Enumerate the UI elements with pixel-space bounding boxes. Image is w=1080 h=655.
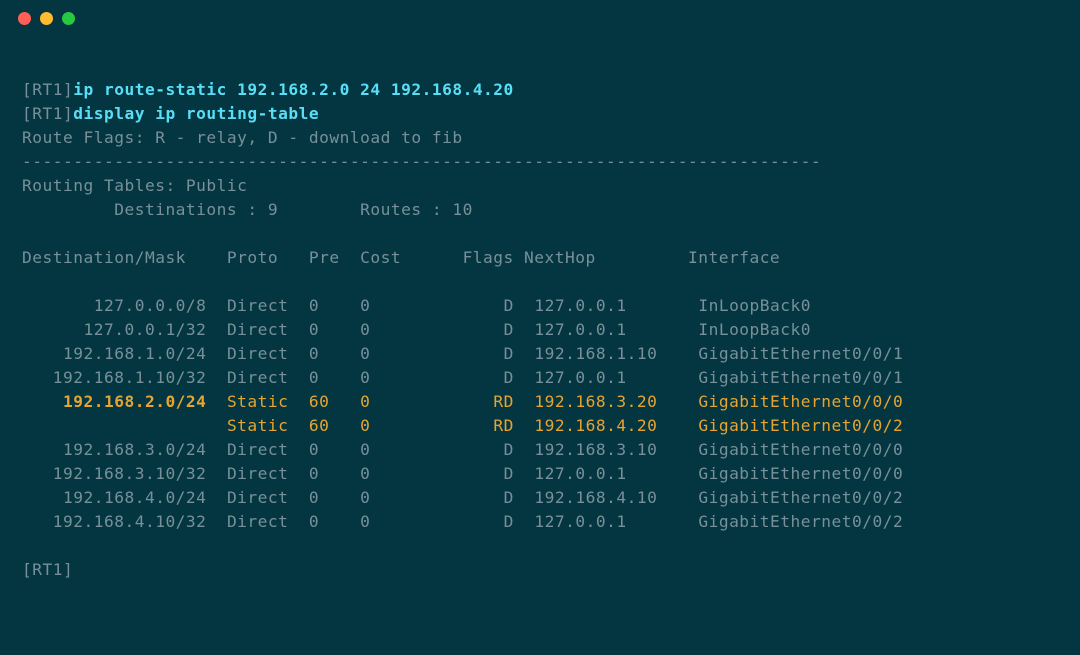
- table-row: 127.0.0.1/32 Direct 0 0 D 127.0.0.1 InLo…: [22, 318, 1062, 342]
- route-proto: Direct: [227, 488, 288, 507]
- prompt: [RT1]: [22, 560, 73, 579]
- route-pre: 60: [309, 392, 340, 411]
- route-destination: 192.168.1.10/32: [22, 368, 206, 387]
- route-nexthop: 127.0.0.1: [534, 296, 677, 315]
- route-flags-legend: Route Flags: R - relay, D - download to …: [22, 128, 463, 147]
- route-destination: 127.0.0.1/32: [22, 320, 206, 339]
- route-flags: D: [473, 368, 514, 387]
- table-row: Static 60 0 RD 192.168.4.20 GigabitEther…: [22, 414, 1062, 438]
- prompt: [RT1]: [22, 80, 73, 99]
- route-cost: 0: [360, 368, 401, 387]
- route-interface: GigabitEthernet0/0/0: [698, 392, 903, 411]
- route-cost: 0: [360, 416, 401, 435]
- route-destination: 192.168.3.0/24: [22, 440, 206, 459]
- routing-table-body: 127.0.0.0/8 Direct 0 0 D 127.0.0.1 InLoo…: [22, 294, 1062, 534]
- zoom-icon[interactable]: [62, 12, 75, 25]
- route-proto: Direct: [227, 440, 288, 459]
- route-flags: D: [473, 440, 514, 459]
- columns-header: Destination/Mask Proto Pre Cost Flags Ne…: [22, 248, 780, 267]
- route-cost: 0: [360, 440, 401, 459]
- route-interface: GigabitEthernet0/0/1: [698, 344, 903, 363]
- routing-tables-header: Routing Tables: Public: [22, 176, 247, 195]
- minimize-icon[interactable]: [40, 12, 53, 25]
- route-interface: InLoopBack0: [698, 296, 811, 315]
- route-flags: RD: [473, 416, 514, 435]
- table-row: 192.168.1.10/32 Direct 0 0 D 127.0.0.1 G…: [22, 366, 1062, 390]
- route-nexthop: 127.0.0.1: [534, 368, 677, 387]
- route-interface: GigabitEthernet0/0/0: [698, 464, 903, 483]
- route-proto: Direct: [227, 512, 288, 531]
- route-nexthop: 192.168.4.20: [534, 416, 677, 435]
- command-line: ip route-static 192.168.2.0 24 192.168.4…: [73, 80, 514, 99]
- route-flags: D: [473, 320, 514, 339]
- route-interface: GigabitEthernet0/0/0: [698, 440, 903, 459]
- route-nexthop: 192.168.3.20: [534, 392, 677, 411]
- route-destination: 127.0.0.0/8: [22, 296, 206, 315]
- route-proto: Direct: [227, 344, 288, 363]
- table-row: 192.168.2.0/24 Static 60 0 RD 192.168.3.…: [22, 390, 1062, 414]
- terminal-window: [RT1]ip route-static 192.168.2.0 24 192.…: [0, 0, 1080, 655]
- route-nexthop: 127.0.0.1: [534, 320, 677, 339]
- terminal-output[interactable]: [RT1]ip route-static 192.168.2.0 24 192.…: [0, 36, 1080, 582]
- route-flags: D: [473, 296, 514, 315]
- route-destination: 192.168.4.10/32: [22, 512, 206, 531]
- route-destination: 192.168.4.0/24: [22, 488, 206, 507]
- route-pre: 0: [309, 296, 340, 315]
- route-proto: Direct: [227, 320, 288, 339]
- separator-line: ----------------------------------------…: [22, 152, 821, 171]
- route-cost: 0: [360, 296, 401, 315]
- route-proto: Static: [227, 416, 288, 435]
- route-cost: 0: [360, 344, 401, 363]
- route-destination: 192.168.2.0/24: [22, 392, 206, 411]
- route-proto: Direct: [227, 368, 288, 387]
- routing-counts: Destinations : 9 Routes : 10: [22, 200, 473, 219]
- table-row: 192.168.1.0/24 Direct 0 0 D 192.168.1.10…: [22, 342, 1062, 366]
- table-row: 192.168.3.10/32 Direct 0 0 D 127.0.0.1 G…: [22, 462, 1062, 486]
- route-pre: 0: [309, 344, 340, 363]
- route-pre: 0: [309, 320, 340, 339]
- route-destination: 192.168.1.0/24: [22, 344, 206, 363]
- route-proto: Static: [227, 392, 288, 411]
- route-cost: 0: [360, 464, 401, 483]
- route-cost: 0: [360, 320, 401, 339]
- route-interface: GigabitEthernet0/0/2: [698, 488, 903, 507]
- route-cost: 0: [360, 488, 401, 507]
- route-nexthop: 192.168.4.10: [534, 488, 677, 507]
- route-nexthop: 192.168.3.10: [534, 440, 677, 459]
- route-cost: 0: [360, 512, 401, 531]
- route-destination: 192.168.3.10/32: [22, 464, 206, 483]
- route-interface: GigabitEthernet0/0/2: [698, 512, 903, 531]
- command-line: display ip routing-table: [73, 104, 319, 123]
- route-flags: D: [473, 464, 514, 483]
- table-row: 192.168.3.0/24 Direct 0 0 D 192.168.3.10…: [22, 438, 1062, 462]
- route-interface: InLoopBack0: [698, 320, 811, 339]
- route-pre: 0: [309, 440, 340, 459]
- route-interface: GigabitEthernet0/0/1: [698, 368, 903, 387]
- route-proto: Direct: [227, 296, 288, 315]
- table-row: 127.0.0.0/8 Direct 0 0 D 127.0.0.1 InLoo…: [22, 294, 1062, 318]
- route-pre: 0: [309, 488, 340, 507]
- route-flags: RD: [473, 392, 514, 411]
- route-nexthop: 127.0.0.1: [534, 464, 677, 483]
- prompt: [RT1]: [22, 104, 73, 123]
- window-titlebar: [0, 0, 1080, 36]
- close-icon[interactable]: [18, 12, 31, 25]
- route-nexthop: 127.0.0.1: [534, 512, 677, 531]
- route-flags: D: [473, 344, 514, 363]
- route-destination: [22, 416, 206, 435]
- route-pre: 0: [309, 368, 340, 387]
- route-flags: D: [473, 488, 514, 507]
- route-cost: 0: [360, 392, 401, 411]
- route-flags: D: [473, 512, 514, 531]
- table-row: 192.168.4.10/32 Direct 0 0 D 127.0.0.1 G…: [22, 510, 1062, 534]
- table-row: 192.168.4.0/24 Direct 0 0 D 192.168.4.10…: [22, 486, 1062, 510]
- route-proto: Direct: [227, 464, 288, 483]
- route-nexthop: 192.168.1.10: [534, 344, 677, 363]
- route-interface: GigabitEthernet0/0/2: [698, 416, 903, 435]
- route-pre: 60: [309, 416, 340, 435]
- route-pre: 0: [309, 512, 340, 531]
- route-pre: 0: [309, 464, 340, 483]
